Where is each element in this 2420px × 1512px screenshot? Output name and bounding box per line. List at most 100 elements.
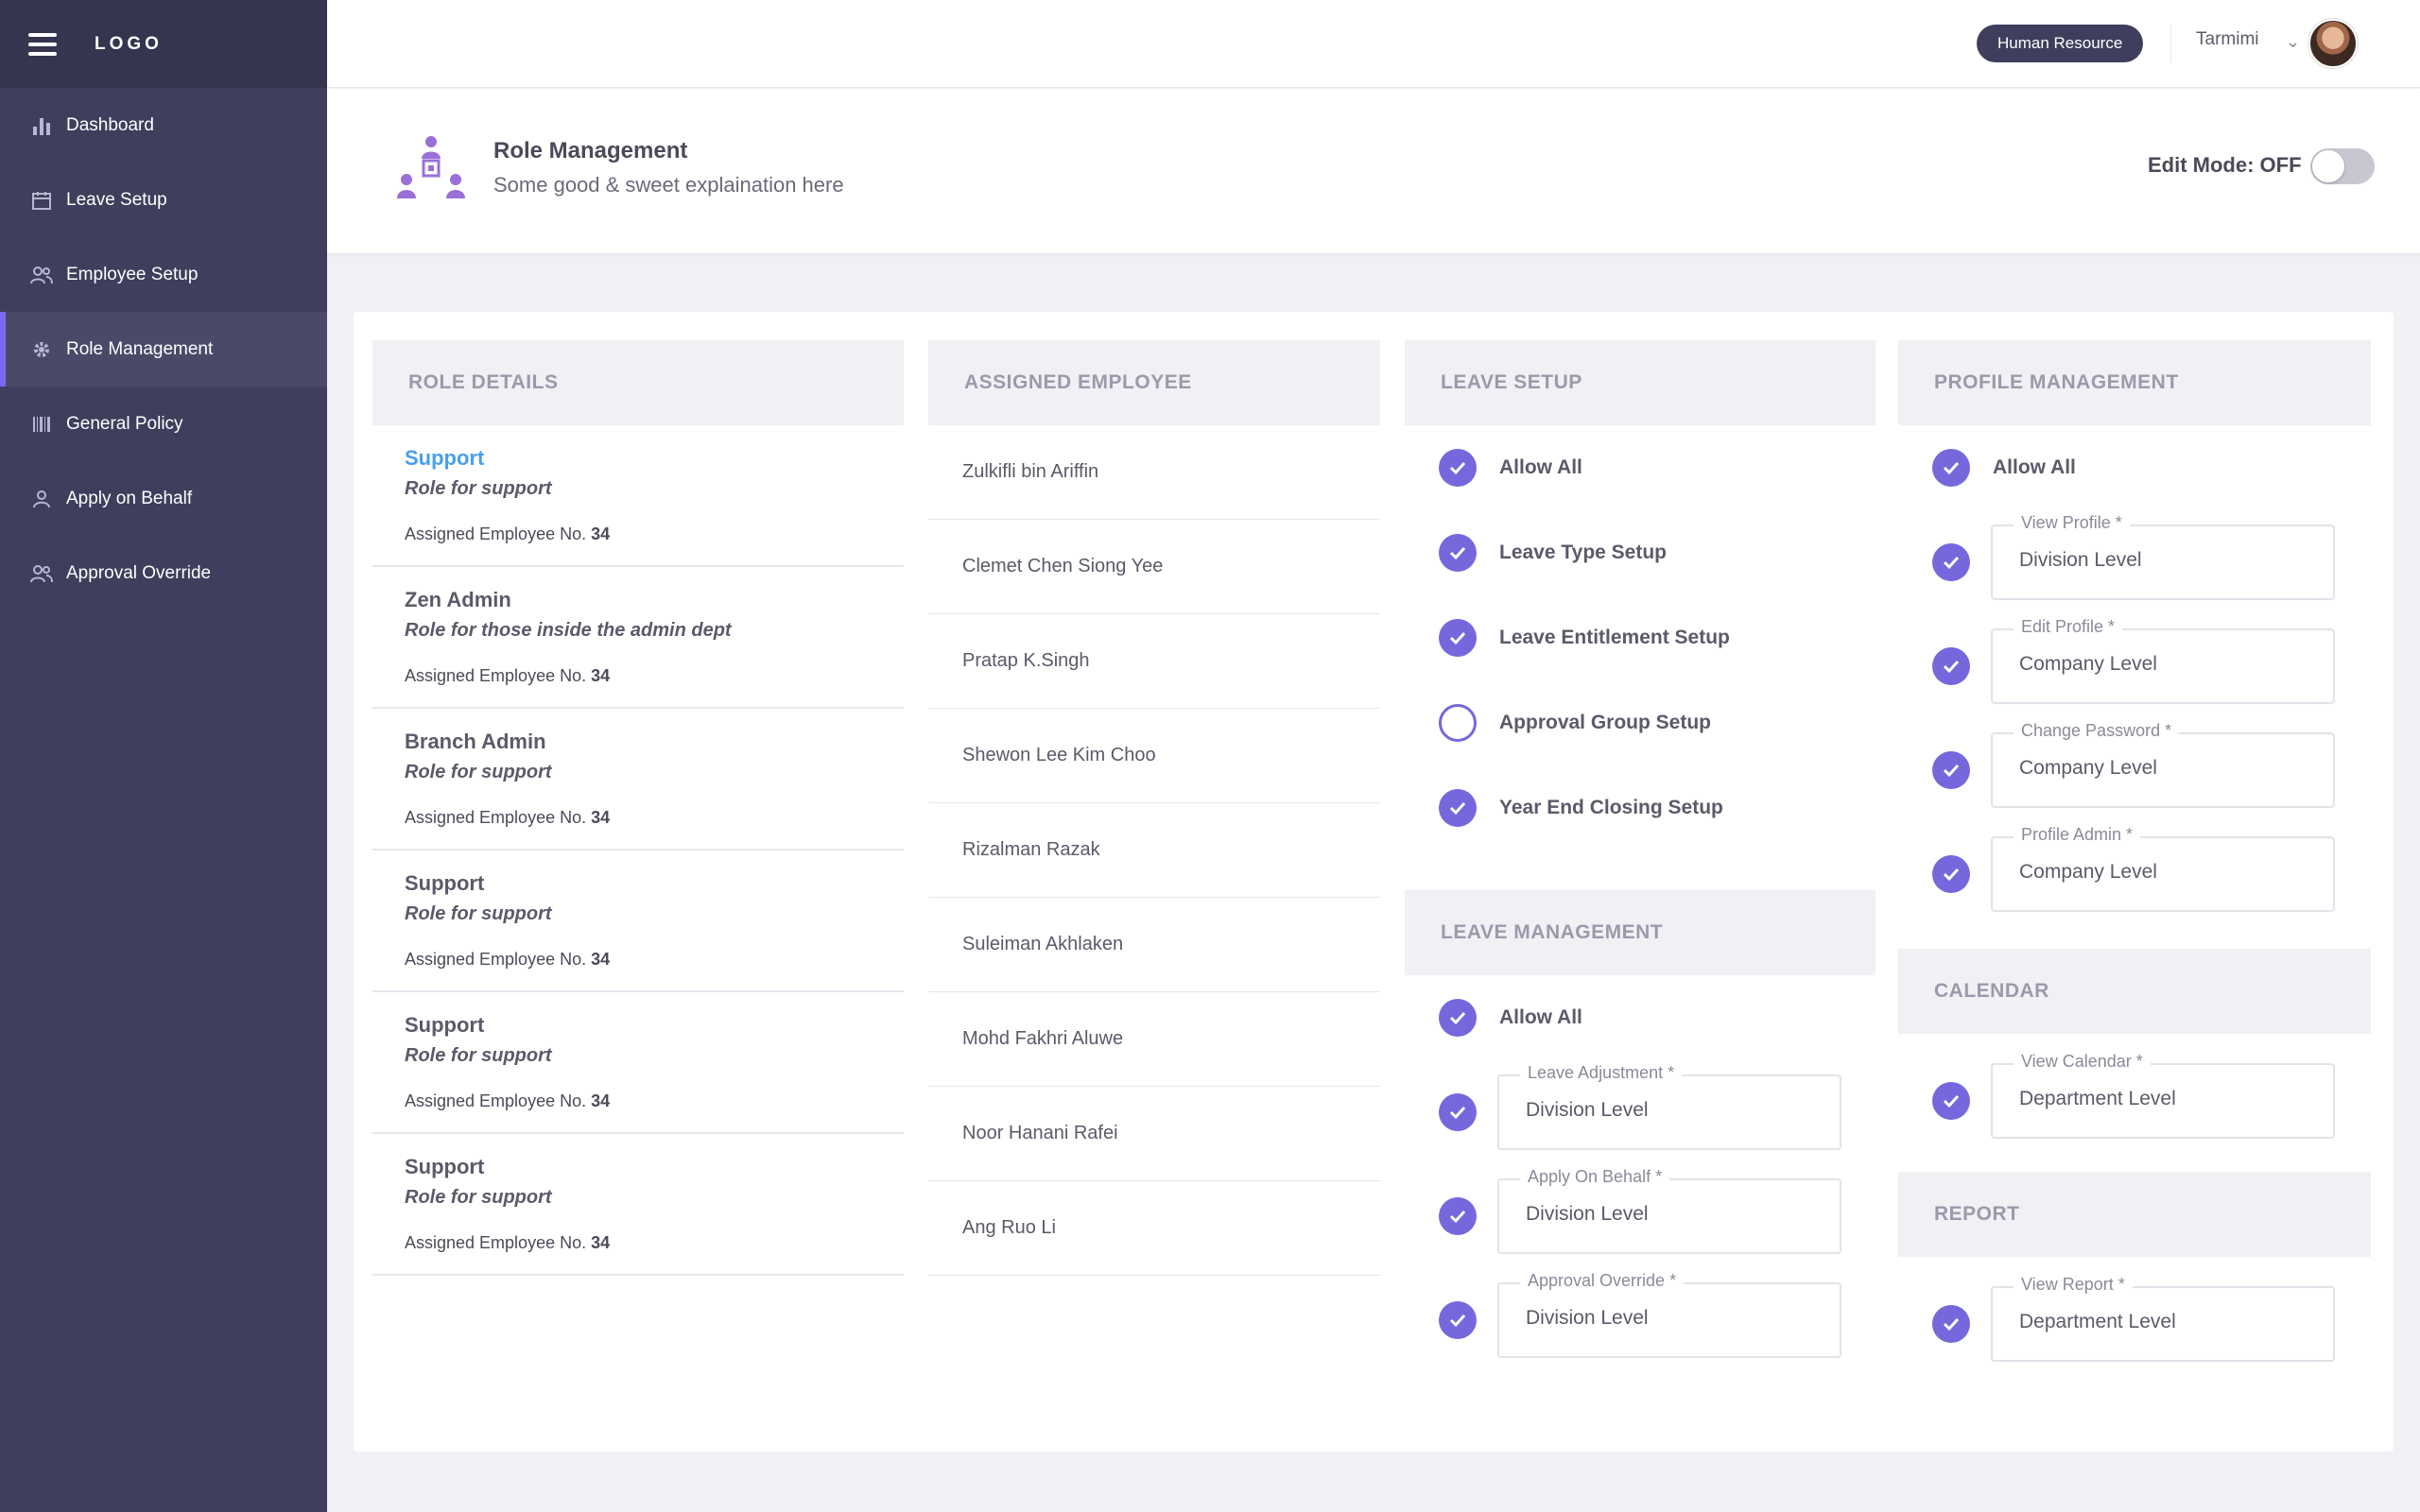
checkbox-checked-icon[interactable] — [1932, 855, 1970, 893]
sidebar-item-employee-setup[interactable]: Employee Setup — [0, 237, 327, 312]
field-label: Approval Override * — [1520, 1271, 1685, 1291]
level-select[interactable]: Profile Admin * Company Level — [1991, 825, 2335, 912]
edit-mode-toggle[interactable] — [2310, 148, 2375, 184]
checkbox-checked-icon[interactable] — [1932, 1305, 1970, 1343]
sidebar-item-label: Approval Override — [66, 562, 212, 583]
permission-apply-on-behalf: Apply On Behalf * Division Level — [1405, 1164, 1876, 1268]
permission-label: Year End Closing Setup — [1499, 797, 1723, 818]
field-label: View Calendar * — [2014, 1052, 2151, 1072]
sidebar-item-label: Leave Setup — [66, 189, 167, 210]
field-value: Company Level — [2019, 861, 2157, 883]
role-details-column: ROLE DETAILS Support Role for support As… — [372, 340, 904, 1276]
level-select[interactable]: View Profile * Division Level — [1991, 513, 2335, 600]
sidebar-item-approval-override[interactable]: Approval Override — [0, 536, 327, 610]
employee-item[interactable]: Mohd Fakhri Aluwe — [928, 992, 1380, 1087]
department-badge[interactable]: Human Resource — [1977, 25, 2144, 62]
field-value: Company Level — [2019, 653, 2157, 675]
profile-management-heading: PROFILE MANAGEMENT — [1898, 340, 2371, 425]
sidebar-header: LOGO — [0, 0, 327, 88]
role-count: Assigned Employee No. 34 — [405, 808, 611, 827]
role-name: Branch Admin — [405, 730, 546, 753]
role-item[interactable]: Zen Admin Role for those inside the admi… — [372, 567, 904, 709]
checkbox-checked-icon[interactable] — [1439, 1197, 1477, 1235]
role-count: Assigned Employee No. 34 — [405, 1233, 611, 1252]
role-item[interactable]: Support Role for support Assigned Employ… — [372, 992, 904, 1134]
level-select[interactable]: View Report * Department Level — [1991, 1275, 2335, 1362]
checkbox-checked-icon[interactable] — [1932, 1082, 1970, 1120]
sidebar-item-leave-setup[interactable]: Leave Setup — [0, 163, 327, 237]
sidebar-item-label: Role Management — [66, 338, 214, 359]
sidebar-item-role-management[interactable]: Role Management — [0, 312, 327, 387]
user-icon — [30, 488, 53, 510]
permission-label: Leave Entitlement Setup — [1499, 627, 1730, 648]
employee-item[interactable]: Zulkifli bin Ariffin — [928, 425, 1380, 520]
role-management-icon — [397, 136, 465, 198]
sidebar-item-dashboard[interactable]: Dashboard — [0, 88, 327, 163]
employee-item[interactable]: Shewon Lee Kim Choo — [928, 709, 1380, 803]
checkbox-checked-icon[interactable] — [1439, 789, 1477, 827]
sidebar: LOGO Dashboard Leave Setup Employee Setu… — [0, 0, 327, 1512]
user-name[interactable]: Tarmimi — [2196, 29, 2259, 50]
level-select[interactable]: Apply On Behalf * Division Level — [1497, 1167, 1841, 1254]
employee-item[interactable]: Ang Ruo Li — [928, 1181, 1380, 1276]
checkbox-unchecked-icon[interactable] — [1439, 704, 1477, 742]
field-value: Company Level — [2019, 757, 2157, 779]
employee-item[interactable]: Pratap K.Singh — [928, 614, 1380, 709]
level-select[interactable]: Leave Adjustment * Division Level — [1497, 1063, 1841, 1150]
sidebar-nav: Dashboard Leave Setup Employee Setup Rol… — [0, 88, 327, 610]
sidebar-item-apply-on-behalf[interactable]: Apply on Behalf — [0, 461, 327, 536]
employee-item[interactable]: Clemet Chen Siong Yee — [928, 520, 1380, 614]
checkbox-checked-icon[interactable] — [1439, 619, 1477, 657]
role-item[interactable]: Support Role for support Assigned Employ… — [372, 425, 904, 567]
level-select[interactable]: View Calendar * Department Level — [1991, 1052, 2335, 1139]
role-name: Support — [405, 1013, 485, 1037]
leave-column: LEAVE SETUP Allow All Leave Type Setup L… — [1405, 340, 1876, 1372]
role-item[interactable]: Branch Admin Role for support Assigned E… — [372, 709, 904, 850]
sidebar-item-label: Dashboard — [66, 114, 154, 135]
field-value: Division Level — [1526, 1099, 1649, 1121]
avatar[interactable] — [2308, 19, 2358, 68]
field-label: Profile Admin * — [2014, 825, 2141, 845]
page-subtitle: Some good & sweet explaination here — [493, 173, 844, 197]
permission-label: Approval Group Setup — [1499, 712, 1712, 733]
permission-leave-entitlement-setup: Leave Entitlement Setup — [1405, 595, 1876, 680]
topbar: Human Resource Tarmimi ⌄ — [327, 0, 2420, 88]
role-item[interactable]: Support Role for support Assigned Employ… — [372, 850, 904, 992]
role-name: Support — [405, 1155, 485, 1178]
checkbox-checked-icon[interactable] — [1439, 534, 1477, 572]
checkbox-checked-icon[interactable] — [1932, 543, 1970, 581]
role-desc: Role for support — [405, 903, 552, 924]
level-select[interactable]: Change Password * Company Level — [1991, 721, 2335, 808]
role-desc: Role for support — [405, 762, 552, 782]
calendar-icon — [30, 189, 53, 212]
leave-setup-heading: LEAVE SETUP — [1405, 340, 1876, 425]
logo: LOGO — [95, 33, 163, 54]
checkbox-checked-icon[interactable] — [1932, 647, 1970, 685]
role-name: Zen Admin — [405, 588, 511, 611]
employee-item[interactable]: Suleiman Akhlaken — [928, 898, 1380, 992]
checkbox-checked-icon[interactable] — [1932, 449, 1970, 487]
role-item[interactable]: Support Role for support Assigned Employ… — [372, 1134, 904, 1276]
field-value: Division Level — [1526, 1203, 1649, 1225]
role-count: Assigned Employee No. 34 — [405, 1091, 611, 1110]
hamburger-menu-icon[interactable] — [28, 32, 57, 56]
checkbox-checked-icon[interactable] — [1439, 999, 1477, 1037]
employee-item[interactable]: Rizalman Razak — [928, 803, 1380, 898]
checkbox-checked-icon[interactable] — [1932, 751, 1970, 789]
role-card: ROLE DETAILS Support Role for support As… — [354, 312, 2394, 1452]
barcode-icon — [30, 413, 53, 436]
level-select[interactable]: Approval Override * Division Level — [1497, 1271, 1841, 1358]
chevron-down-icon[interactable]: ⌄ — [2286, 32, 2300, 52]
toggle-knob — [2312, 150, 2344, 182]
checkbox-checked-icon[interactable] — [1439, 449, 1477, 487]
checkbox-checked-icon[interactable] — [1439, 1301, 1477, 1339]
sidebar-item-label: General Policy — [66, 413, 183, 434]
level-select[interactable]: Edit Profile * Company Level — [1991, 617, 2335, 704]
role-count: Assigned Employee No. 34 — [405, 666, 611, 685]
checkbox-checked-icon[interactable] — [1439, 1093, 1477, 1131]
field-label: Edit Profile * — [2014, 617, 2123, 637]
employee-item[interactable]: Noor Hanani Rafei — [928, 1087, 1380, 1181]
permission-edit-profile: Edit Profile * Company Level — [1898, 614, 2371, 718]
permission-allow-all: Allow All — [1405, 975, 1876, 1060]
sidebar-item-general-policy[interactable]: General Policy — [0, 387, 327, 461]
